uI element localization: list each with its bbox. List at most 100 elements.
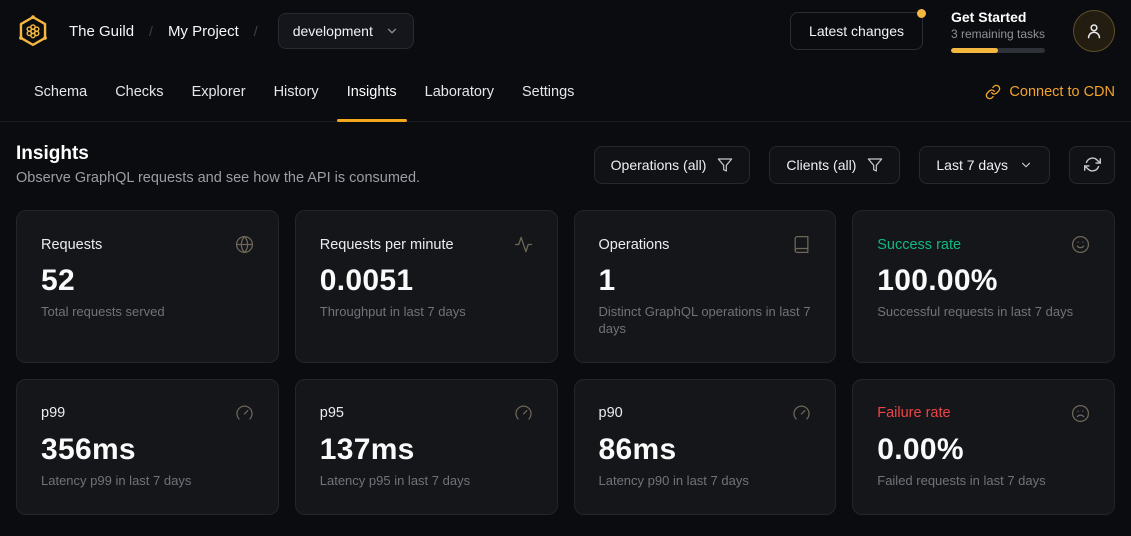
card-value: 0.0051: [320, 264, 533, 298]
stat-card-success-rate: Success rate 100.00% Successful requests…: [852, 210, 1115, 363]
smile-icon: [1071, 235, 1090, 254]
card-head: Failure rate: [877, 404, 1090, 423]
card-head: Operations: [599, 235, 812, 254]
stat-card-requests-per-minute: Requests per minute 0.0051 Throughput in…: [295, 210, 558, 363]
clients-filter-button[interactable]: Clients (all): [769, 146, 900, 184]
guild-hive-logo-icon[interactable]: [16, 14, 50, 48]
card-head: p95: [320, 404, 533, 423]
card-title: Requests: [41, 237, 102, 253]
breadcrumb-project[interactable]: My Project: [168, 23, 239, 40]
filter-funnel-icon: [867, 157, 883, 173]
card-description: Failed requests in last 7 days: [877, 473, 1090, 490]
card-description: Throughput in last 7 days: [320, 304, 533, 321]
chevron-down-icon: [1019, 158, 1033, 172]
gauge-icon: [514, 404, 533, 423]
activity-icon: [514, 235, 533, 254]
latest-changes-button[interactable]: Latest changes: [790, 12, 923, 50]
target-selector[interactable]: development: [278, 13, 414, 49]
card-description: Distinct GraphQL operations in last 7 da…: [599, 304, 812, 338]
insights-header-row: Insights Observe GraphQL requests and se…: [16, 143, 1115, 186]
tab-label: Schema: [34, 84, 87, 100]
top-header: The Guild / My Project / development Lat…: [0, 0, 1131, 62]
card-title: Requests per minute: [320, 237, 454, 253]
chevron-down-icon: [385, 24, 399, 38]
connect-to-cdn-label: Connect to CDN: [1009, 84, 1115, 100]
notification-dot: [917, 9, 926, 18]
page-subtitle: Observe GraphQL requests and see how the…: [16, 170, 420, 186]
card-value: 356ms: [41, 433, 254, 467]
stat-card-p90: p90 86ms Latency p90 in last 7 days: [574, 379, 837, 515]
tab-label: Explorer: [192, 84, 246, 100]
tab-schema[interactable]: Schema: [20, 62, 101, 121]
card-description: Latency p99 in last 7 days: [41, 473, 254, 490]
gauge-icon: [235, 404, 254, 423]
get-started-widget[interactable]: Get Started 3 remaining tasks: [951, 9, 1045, 53]
latest-changes-label: Latest changes: [809, 23, 904, 39]
card-head: Requests: [41, 235, 254, 254]
book-icon: [792, 235, 811, 254]
card-title: Operations: [599, 237, 670, 253]
date-range-selector[interactable]: Last 7 days: [919, 146, 1050, 184]
refresh-icon: [1084, 156, 1101, 173]
get-started-title: Get Started: [951, 9, 1045, 25]
clients-filter-label: Clients (all): [786, 157, 856, 173]
card-value: 100.00%: [877, 264, 1090, 298]
stats-grid: Requests 52 Total requests served Reques…: [16, 210, 1115, 515]
card-head: Requests per minute: [320, 235, 533, 254]
insights-heading-block: Insights Observe GraphQL requests and se…: [16, 143, 420, 186]
tab-insights[interactable]: Insights: [333, 62, 411, 121]
date-range-label: Last 7 days: [936, 157, 1008, 173]
tab-explorer[interactable]: Explorer: [178, 62, 260, 121]
tab-laboratory[interactable]: Laboratory: [411, 62, 508, 121]
card-description: Total requests served: [41, 304, 254, 321]
card-head: p99: [41, 404, 254, 423]
breadcrumb: The Guild / My Project / development: [16, 13, 414, 49]
stat-card-p95: p95 137ms Latency p95 in last 7 days: [295, 379, 558, 515]
card-head: Success rate: [877, 235, 1090, 254]
link-icon: [985, 84, 1001, 100]
card-value: 1: [599, 264, 812, 298]
tab-label: Checks: [115, 84, 163, 100]
card-title: Success rate: [877, 237, 961, 253]
person-icon: [1084, 21, 1104, 41]
get-started-progress-track: [951, 48, 1045, 53]
breadcrumb-separator: /: [149, 23, 153, 39]
card-value: 0.00%: [877, 433, 1090, 467]
card-title: Failure rate: [877, 405, 950, 421]
filters-toolbar: Operations (all) Clients (all) Last 7 da…: [594, 146, 1115, 184]
filter-funnel-icon: [717, 157, 733, 173]
tab-label: Settings: [522, 84, 574, 100]
card-title: p99: [41, 405, 65, 421]
card-description: Successful requests in last 7 days: [877, 304, 1090, 321]
project-nav: Schema Checks Explorer History Insights …: [0, 62, 1131, 122]
header-right: Latest changes Get Started 3 remaining t…: [790, 9, 1115, 53]
card-description: Latency p95 in last 7 days: [320, 473, 533, 490]
frown-icon: [1071, 404, 1090, 423]
breadcrumb-org[interactable]: The Guild: [69, 23, 134, 40]
card-value: 86ms: [599, 433, 812, 467]
breadcrumb-separator: /: [254, 23, 258, 39]
stat-card-operations: Operations 1 Distinct GraphQL operations…: [574, 210, 837, 363]
page-title: Insights: [16, 143, 420, 165]
connect-to-cdn-link[interactable]: Connect to CDN: [985, 62, 1115, 121]
operations-filter-label: Operations (all): [611, 157, 707, 173]
get-started-subtitle: 3 remaining tasks: [951, 27, 1045, 41]
card-value: 137ms: [320, 433, 533, 467]
user-avatar[interactable]: [1073, 10, 1115, 52]
stat-card-p99: p99 356ms Latency p99 in last 7 days: [16, 379, 279, 515]
card-value: 52: [41, 264, 254, 298]
card-title: p95: [320, 405, 344, 421]
globe-icon: [235, 235, 254, 254]
gauge-icon: [792, 404, 811, 423]
card-description: Latency p90 in last 7 days: [599, 473, 812, 490]
tab-settings[interactable]: Settings: [508, 62, 588, 121]
refresh-button[interactable]: [1069, 146, 1115, 184]
tab-checks[interactable]: Checks: [101, 62, 177, 121]
insights-page: Insights Observe GraphQL requests and se…: [0, 122, 1131, 536]
tab-label: Insights: [347, 84, 397, 100]
stat-card-requests: Requests 52 Total requests served: [16, 210, 279, 363]
tab-history[interactable]: History: [260, 62, 333, 121]
tab-label: Laboratory: [425, 84, 494, 100]
operations-filter-button[interactable]: Operations (all): [594, 146, 751, 184]
card-title: p90: [599, 405, 623, 421]
